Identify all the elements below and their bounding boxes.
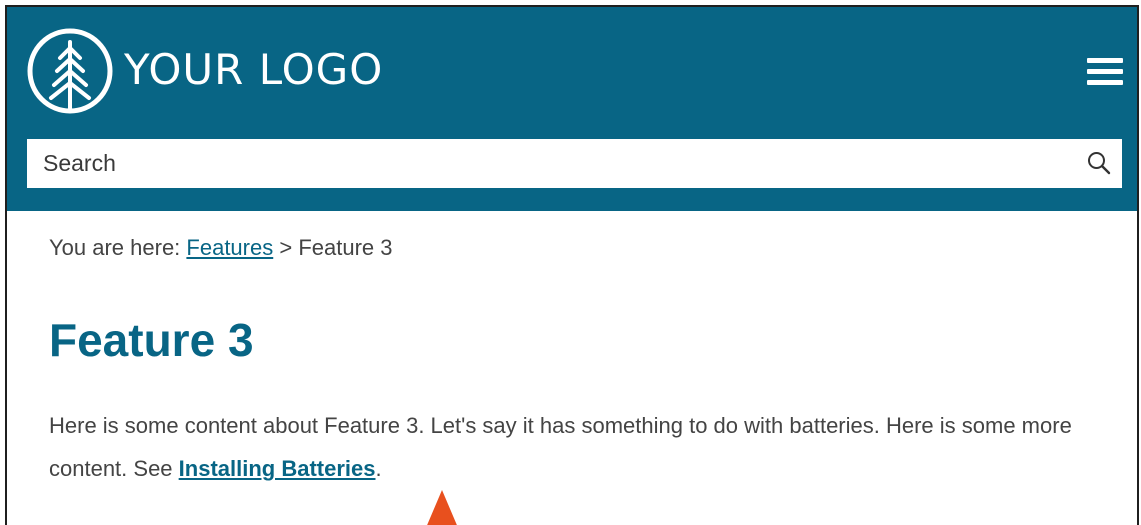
hamburger-menu-icon[interactable] (1087, 55, 1125, 87)
menu-bar-middle (1087, 69, 1123, 74)
menu-bar-bottom (1087, 80, 1123, 85)
arrow-pointer-icon (427, 490, 457, 525)
browser-viewport: YOUR LOGO You are here: Features > Featu… (5, 5, 1139, 525)
logo-text[interactable]: YOUR LOGO (124, 45, 383, 95)
search-bar (27, 139, 1122, 188)
breadcrumb-link-features[interactable]: Features (186, 235, 273, 260)
pine-tree-icon[interactable] (27, 28, 113, 114)
breadcrumb-separator: > (273, 235, 299, 260)
page-title: Feature 3 (49, 314, 254, 366)
menu-bar-top (1087, 58, 1123, 63)
content-paragraph: Here is some content about Feature 3. Le… (49, 404, 1124, 490)
search-icon[interactable] (1086, 150, 1112, 176)
search-input[interactable] (27, 139, 1067, 188)
breadcrumb-current: Feature 3 (298, 235, 393, 260)
breadcrumb-prefix: You are here: (49, 235, 187, 260)
installing-batteries-link[interactable]: Installing Batteries (179, 456, 376, 481)
paragraph-end: . (375, 456, 382, 481)
breadcrumb: You are here: Features > Feature 3 (49, 234, 392, 262)
site-header: YOUR LOGO (7, 7, 1137, 211)
